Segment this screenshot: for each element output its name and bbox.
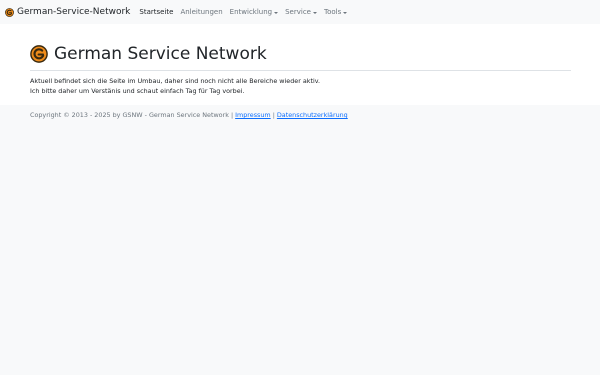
brand-title: German-Service-Network [17, 7, 131, 17]
nav-item-entwicklung[interactable]: Entwicklung [229, 8, 279, 16]
nav-item-tools[interactable]: Tools [323, 8, 348, 16]
nav-item-service[interactable]: Service [285, 8, 317, 16]
top-navbar: German-Service-Network Startseite Anleit… [0, 0, 600, 24]
nav-item-anleitungen[interactable]: Anleitungen [180, 8, 222, 16]
footer: Copyright © 2013 - 2025 by GSNW - German… [0, 105, 600, 127]
main-content: German Service Network Aktuell befindet … [0, 24, 600, 105]
nav-item-label: Tools [323, 8, 342, 16]
copyright-text: Copyright © 2013 - 2025 by GSNW - German… [30, 111, 236, 119]
gsn-logo-icon [5, 7, 14, 17]
title-divider [30, 70, 571, 71]
nav-item-label: Startseite [139, 8, 174, 16]
nav-item-label: Service [285, 8, 311, 16]
gsn-logo-icon [30, 45, 48, 63]
footer-text: Copyright © 2013 - 2025 by GSNW - German… [30, 111, 348, 119]
nav-menu: Startseite Anleitungen Entwicklung Servi… [139, 0, 354, 24]
impressum-link[interactable]: Impressum [235, 111, 271, 119]
maintenance-message-line1: Aktuell befindet sich die Seite im Umbau… [30, 77, 321, 85]
page-title: German Service Network [54, 44, 267, 64]
nav-item-startseite[interactable]: Startseite [139, 8, 173, 16]
maintenance-message-line2: Ich bitte daher um Verstänis und schaut … [30, 87, 245, 95]
page-background [0, 127, 600, 375]
nav-item-label: Entwicklung [229, 8, 273, 16]
privacy-policy-link[interactable]: Datenschutzerklärung [277, 111, 348, 119]
navbar-brand[interactable]: German-Service-Network [5, 0, 130, 24]
nav-item-label: Anleitungen [180, 8, 223, 16]
page-heading: German Service Network [30, 44, 267, 64]
caret-down-icon [343, 11, 348, 14]
caret-down-icon [312, 11, 317, 14]
caret-down-icon [274, 11, 279, 14]
